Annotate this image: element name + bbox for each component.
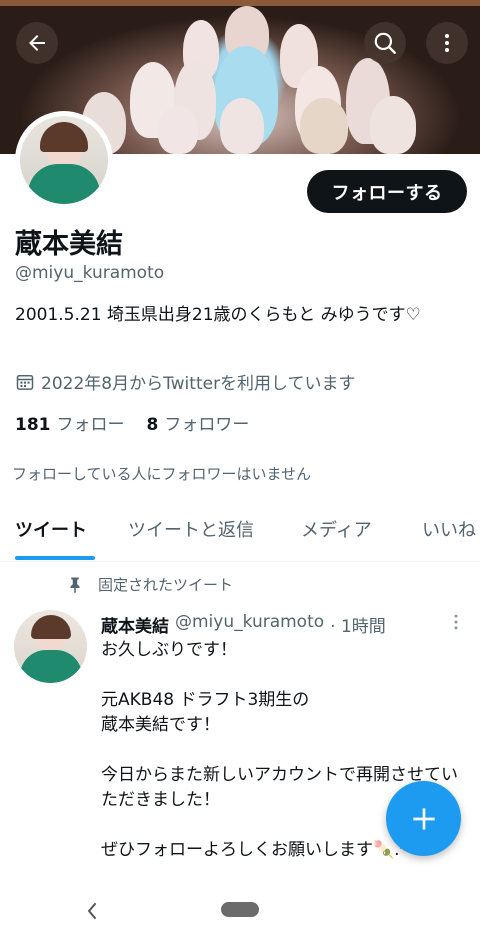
more-options-button[interactable]: [426, 22, 468, 64]
plus-icon: [412, 807, 435, 830]
tweet-more-button[interactable]: [446, 612, 466, 632]
tab-tweets-and-replies[interactable]: ツイートと返信: [128, 516, 254, 542]
follow-button[interactable]: フォローする: [307, 170, 467, 213]
avatar-photo: [20, 116, 108, 204]
pin-icon: [70, 577, 80, 593]
mutual-followers-note: フォローしている人にフォロワーはいません: [12, 465, 312, 483]
back-button[interactable]: [16, 22, 58, 64]
tweet-header: 蔵本美結 @miyu_kuramoto · 1時間: [101, 612, 386, 637]
tweet-author-avatar[interactable]: [14, 610, 87, 683]
system-home-pill[interactable]: [221, 902, 259, 917]
pinned-text: 固定されたツイート: [98, 576, 234, 594]
tweet-author-name[interactable]: 蔵本美結: [101, 612, 169, 637]
search-icon: [374, 32, 396, 54]
following-stat[interactable]: 181 フォロー: [15, 410, 125, 435]
profile-handle: @miyu_kuramoto: [15, 263, 165, 283]
more-vertical-icon: [445, 34, 449, 52]
system-back-button[interactable]: [82, 900, 102, 922]
compose-tweet-button[interactable]: [386, 781, 461, 856]
search-button[interactable]: [364, 22, 406, 64]
arrow-left-icon: [29, 35, 45, 51]
followers-count: 8: [146, 415, 159, 435]
profile-bio: 2001.5.21 埼玉県出身21歳のくらもと みゆうです♡: [15, 305, 421, 325]
chevron-left-icon: [88, 903, 96, 919]
calendar-icon: [16, 374, 34, 390]
tab-tweets[interactable]: ツイート: [15, 516, 87, 542]
tab-media[interactable]: メディア: [301, 516, 372, 542]
following-count: 181: [15, 415, 51, 435]
joined-text: 2022年8月からTwitterを利用しています: [41, 374, 356, 394]
following-label: フォロー: [56, 415, 125, 435]
more-vertical-icon: [454, 614, 458, 630]
profile-tabs: ツイート ツイートと返信 メディア いいね: [0, 500, 480, 562]
tweet-timestamp[interactable]: · 1時間: [330, 612, 386, 637]
tab-likes[interactable]: いいね: [422, 516, 480, 542]
active-tab-indicator: [15, 556, 95, 560]
system-navigation-bar: [0, 884, 480, 938]
profile-stats: 181 フォロー 8 フォロワー: [15, 410, 249, 435]
profile-avatar[interactable]: [15, 111, 113, 209]
pinned-tweet-label: 固定されたツイート: [66, 574, 233, 595]
profile-joined-date: 2022年8月からTwitterを利用しています: [15, 369, 356, 394]
followers-label: フォロワー: [164, 415, 250, 435]
followers-stat[interactable]: 8 フォロワー: [147, 410, 250, 435]
profile-display-name: 蔵本美結: [15, 229, 123, 260]
tweet-author-handle[interactable]: @miyu_kuramoto: [175, 612, 324, 637]
